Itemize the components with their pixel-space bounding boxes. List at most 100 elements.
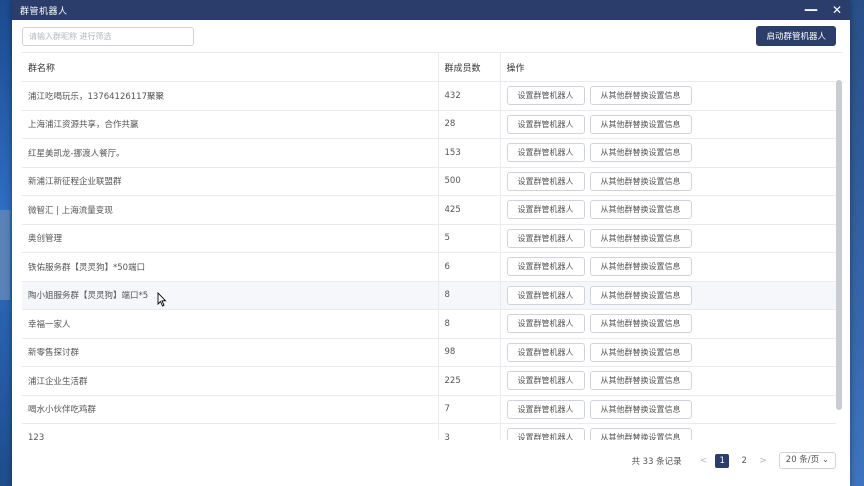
set-bot-button[interactable]: 设置群管机器人 [506, 399, 585, 419]
page-size-value: 20 条/页 [785, 455, 820, 465]
copy-settings-button[interactable]: 从其他群替换设置信息 [589, 314, 692, 334]
member-count-cell: 8 [438, 281, 501, 310]
copy-settings-button[interactable]: 从其他群替换设置信息 [589, 399, 692, 419]
group-bot-window: 群管机器人 — ✕ 启动群管机器人 群名称 群成员数 操作 浦江吃喝玩乐，137… [12, 0, 850, 486]
window-controls: — ✕ [804, 3, 842, 17]
actions-cell: 设置群管机器人 从其他群替换设置信息 [500, 309, 836, 339]
actions-cell: 设置群管机器人 从其他群替换设置信息 [500, 423, 836, 440]
table-row: 幸福一家人 8 设置群管机器人 从其他群替换设置信息 [22, 309, 836, 339]
group-name-cell: 幸福一家人 [22, 309, 439, 339]
desktop-background-right [850, 0, 864, 486]
group-name-cell: 喝水小伙伴吃鸡群 [22, 395, 439, 424]
table-row: 陶小姐服务群【灵灵狗】端口*5 8 设置群管机器人 从其他群替换设置信息 [22, 281, 836, 310]
group-name-cell: 陶小姐服务群【灵灵狗】端口*5 [22, 281, 439, 310]
set-bot-button[interactable]: 设置群管机器人 [506, 143, 585, 163]
minimize-icon[interactable]: — [804, 3, 818, 17]
window-title: 群管机器人 [20, 6, 68, 17]
actions-cell: 设置群管机器人 从其他群替换设置信息 [500, 252, 836, 282]
set-bot-button[interactable]: 设置群管机器人 [506, 86, 585, 106]
set-bot-button[interactable]: 设置群管机器人 [506, 171, 585, 191]
group-name-cell: 新浦江新征程企业联盟群 [22, 167, 439, 196]
member-count-cell: 7 [438, 395, 501, 424]
copy-settings-button[interactable]: 从其他群替换设置信息 [589, 171, 692, 191]
set-bot-button[interactable]: 设置群管机器人 [506, 114, 585, 134]
group-name-cell: 浦江吃喝玩乐，13764126117聚聚 [22, 81, 439, 111]
set-bot-button[interactable]: 设置群管机器人 [506, 257, 585, 277]
member-count-cell: 225 [438, 366, 501, 396]
group-name-cell: 新零售探讨群 [22, 338, 439, 367]
set-bot-button[interactable]: 设置群管机器人 [506, 228, 585, 248]
set-bot-button[interactable]: 设置群管机器人 [506, 428, 585, 440]
start-bot-button[interactable]: 启动群管机器人 [756, 26, 836, 46]
actions-cell: 设置群管机器人 从其他群替换设置信息 [500, 110, 836, 139]
member-count-cell: 153 [438, 138, 501, 168]
copy-settings-button[interactable]: 从其他群替换设置信息 [589, 86, 692, 106]
set-bot-button[interactable]: 设置群管机器人 [506, 342, 585, 362]
group-name-cell: 奥创管理 [22, 224, 439, 253]
copy-settings-button[interactable]: 从其他群替换设置信息 [589, 342, 692, 362]
copy-settings-button[interactable]: 从其他群替换设置信息 [589, 114, 692, 134]
actions-cell: 设置群管机器人 从其他群替换设置信息 [500, 395, 836, 424]
actions-cell: 设置群管机器人 从其他群替换设置信息 [500, 281, 836, 310]
table-row: 新零售探讨群 98 设置群管机器人 从其他群替换设置信息 [22, 338, 836, 367]
set-bot-button[interactable]: 设置群管机器人 [506, 200, 585, 220]
member-count-cell: 500 [438, 167, 501, 196]
set-bot-button[interactable]: 设置群管机器人 [506, 285, 585, 305]
table-row: 奥创管理 5 设置群管机器人 从其他群替换设置信息 [22, 224, 836, 253]
member-count-cell: 8 [438, 309, 501, 339]
table-header-row: 群名称 群成员数 操作 [22, 53, 836, 82]
page-size-select[interactable]: 20 条/页 ⌄ [778, 452, 836, 469]
actions-cell: 设置群管机器人 从其他群替换设置信息 [500, 338, 836, 367]
table-row: 喝水小伙伴吃鸡群 7 设置群管机器人 从其他群替换设置信息 [22, 395, 836, 424]
copy-settings-button[interactable]: 从其他群替换设置信息 [589, 371, 692, 391]
member-count-cell: 3 [438, 423, 501, 440]
next-page-icon[interactable]: > [759, 456, 767, 466]
actions-cell: 设置群管机器人 从其他群替换设置信息 [500, 224, 836, 253]
group-name-cell: 微智汇 | 上海流量变现 [22, 195, 439, 225]
copy-settings-button[interactable]: 从其他群替换设置信息 [589, 200, 692, 220]
desktop-background-left [0, 210, 10, 300]
member-count-cell: 98 [438, 338, 501, 367]
member-count-cell: 425 [438, 195, 501, 225]
actions-cell: 设置群管机器人 从其他群替换设置信息 [500, 138, 836, 168]
group-table: 群名称 群成员数 操作 浦江吃喝玩乐，13764126117聚聚 432 设置群管机… [22, 52, 842, 440]
page-2-button[interactable]: 2 [737, 454, 751, 468]
table-scrollbar[interactable] [836, 80, 842, 410]
member-count-cell: 432 [438, 81, 501, 111]
mouse-cursor-icon [157, 292, 167, 307]
copy-settings-button[interactable]: 从其他群替换设置信息 [589, 228, 692, 248]
actions-cell: 设置群管机器人 从其他群替换设置信息 [500, 167, 836, 196]
copy-settings-button[interactable]: 从其他群替换设置信息 [589, 428, 692, 440]
member-count-cell: 5 [438, 224, 501, 253]
copy-settings-button[interactable]: 从其他群替换设置信息 [589, 143, 692, 163]
toolbar: 启动群管机器人 [12, 20, 850, 52]
copy-settings-button[interactable]: 从其他群替换设置信息 [589, 257, 692, 277]
table-row: 上海浦江资源共享，合作共赢 28 设置群管机器人 从其他群替换设置信息 [22, 110, 836, 139]
member-count-cell: 28 [438, 110, 501, 139]
close-icon[interactable]: ✕ [832, 4, 842, 16]
pagination-total: 共 33 条记录 [631, 456, 682, 467]
prev-page-icon[interactable]: < [700, 456, 708, 466]
actions-cell: 设置群管机器人 从其他群替换设置信息 [500, 195, 836, 225]
title-bar[interactable]: 群管机器人 — ✕ [12, 0, 850, 20]
actions-cell: 设置群管机器人 从其他群替换设置信息 [500, 81, 836, 111]
copy-settings-button[interactable]: 从其他群替换设置信息 [589, 285, 692, 305]
search-input[interactable] [22, 26, 194, 46]
group-name-cell: 铁佑服务群【灵灵狗】*50端口 [22, 252, 439, 282]
header-member-count: 群成员数 [438, 53, 501, 82]
header-actions: 操作 [500, 53, 836, 82]
table-row: 红星美凯龙-挪渡人餐厅。 153 设置群管机器人 从其他群替换设置信息 [22, 138, 836, 168]
table-row: 铁佑服务群【灵灵狗】*50端口 6 设置群管机器人 从其他群替换设置信息 [22, 252, 836, 282]
set-bot-button[interactable]: 设置群管机器人 [506, 371, 585, 391]
page-1-button[interactable]: 1 [715, 453, 730, 468]
group-name-cell: 123 [22, 423, 439, 440]
group-name-cell: 红星美凯龙-挪渡人餐厅。 [22, 138, 439, 168]
member-count-cell: 6 [438, 252, 501, 282]
header-group-name: 群名称 [22, 53, 439, 82]
group-name-cell: 上海浦江资源共享，合作共赢 [22, 110, 439, 139]
table-row: 浦江吃喝玩乐，13764126117聚聚 432 设置群管机器人 从其他群替换设置信息 [22, 81, 836, 111]
table-row: 新浦江新征程企业联盟群 500 设置群管机器人 从其他群替换设置信息 [22, 167, 836, 196]
set-bot-button[interactable]: 设置群管机器人 [506, 314, 585, 334]
table-row: 浦江企业生活群 225 设置群管机器人 从其他群替换设置信息 [22, 366, 836, 396]
actions-cell: 设置群管机器人 从其他群替换设置信息 [500, 366, 836, 396]
